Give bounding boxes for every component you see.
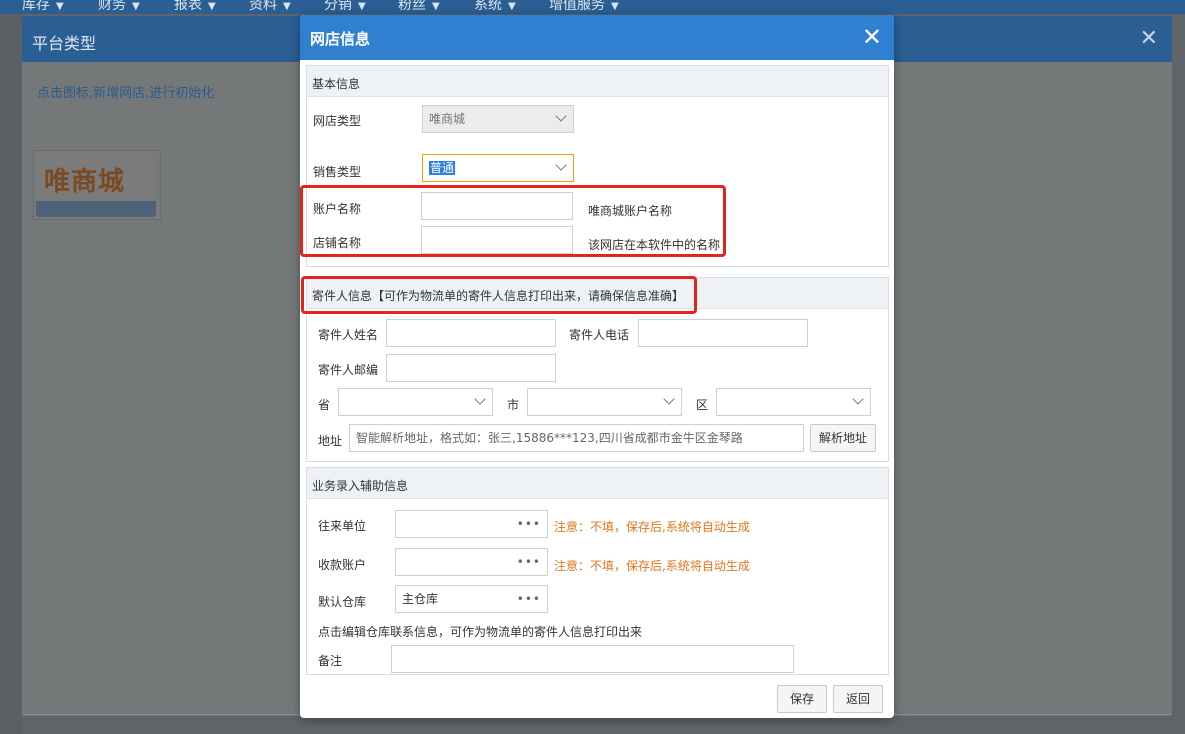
close-icon[interactable]: ✕: [1140, 26, 1158, 51]
chevron-down-icon: [474, 393, 486, 405]
partner-picker[interactable]: •••: [395, 510, 548, 538]
close-icon[interactable]: ✕: [862, 23, 882, 51]
partner-note: 注意：不填，保存后,系统将自动生成: [554, 520, 750, 534]
partner-label: 往来单位: [318, 519, 367, 533]
address-input[interactable]: 智能解析地址，格式如：张三,15886***123,四川省成都市金牛区金琴路: [349, 424, 804, 452]
remark-label: 备注: [318, 654, 343, 668]
nav-item-inventory[interactable]: 库存 ▼: [22, 0, 64, 14]
shop-type-label: 网店类型: [313, 114, 362, 128]
chevron-down-icon: [663, 393, 675, 405]
chevron-down-icon: ▼: [432, 1, 440, 12]
init-hint: 点击图标,新增网店,进行初始化: [37, 86, 215, 101]
modal-title: 网店信息: [310, 30, 371, 48]
nav-item-system[interactable]: 系统 ▼: [474, 0, 516, 14]
modal-header: 网店信息 ✕: [300, 15, 894, 60]
nav-item-data[interactable]: 资料 ▼: [249, 0, 291, 14]
platform-logo-tile[interactable]: 唯商城: [33, 150, 161, 220]
chevron-down-icon: [555, 110, 567, 122]
province-label: 省: [318, 398, 331, 412]
highlight-box-account: [300, 185, 726, 257]
more-icon[interactable]: •••: [517, 549, 541, 575]
vmall-logo: 唯商城: [36, 153, 156, 217]
city-select[interactable]: [527, 388, 682, 416]
section-title: 基本信息: [312, 77, 361, 91]
receive-account-note: 注意：不填，保存后,系统将自动生成: [554, 559, 750, 573]
chevron-down-icon: ▼: [283, 1, 291, 12]
nav-item-fans[interactable]: 粉丝 ▼: [398, 0, 440, 14]
left-sidebar-strip: [0, 14, 22, 734]
receive-account-label: 收款账户: [318, 558, 367, 572]
shop-type-value: 唯商城: [429, 112, 466, 126]
more-icon[interactable]: •••: [517, 511, 541, 537]
parse-address-button[interactable]: 解析地址: [810, 424, 876, 452]
section-header: 基本信息: [307, 66, 888, 97]
section-title: 业务录入辅助信息: [312, 479, 409, 493]
sender-zip-label: 寄件人邮编: [318, 363, 379, 377]
sender-phone-label: 寄件人电话: [569, 328, 630, 342]
platform-dialog-title: 平台类型: [32, 34, 97, 53]
sales-type-label: 销售类型: [313, 165, 362, 179]
district-select[interactable]: [716, 388, 871, 416]
sales-type-select[interactable]: 普通: [422, 154, 574, 182]
warehouse-picker[interactable]: 主仓库 •••: [395, 585, 548, 613]
logo-bar: [36, 201, 156, 217]
sender-phone-input[interactable]: [638, 319, 808, 347]
nav-item-distribution[interactable]: 分销 ▼: [324, 0, 366, 14]
chevron-down-icon: ▼: [611, 1, 619, 12]
chevron-down-icon: ▼: [358, 1, 366, 12]
district-label: 区: [696, 398, 709, 412]
highlight-box-sender: [301, 276, 697, 314]
nav-item-value-added[interactable]: 增值服务 ▼: [549, 0, 619, 14]
top-navigation: 库存 ▼ 财务 ▼ 报表 ▼ 资料 ▼ 分销 ▼ 粉丝 ▼ 系统 ▼ 增值服务 ▼: [0, 0, 1185, 14]
address-placeholder: 智能解析地址，格式如：张三,15886***123,四川省成都市金牛区金琴路: [356, 431, 743, 445]
shop-type-select[interactable]: 唯商城: [422, 105, 574, 133]
sender-zip-input[interactable]: [386, 354, 556, 382]
sender-name-input[interactable]: [386, 319, 556, 347]
sales-type-value: 普通: [429, 161, 456, 175]
warehouse-label: 默认仓库: [318, 595, 367, 609]
address-label: 地址: [318, 434, 343, 448]
save-button[interactable]: 保存: [777, 685, 827, 713]
warehouse-value: 主仓库: [402, 592, 439, 606]
shop-info-modal: 网店信息 ✕ 基本信息 网店类型 唯商城 销售类型 普通 账户名称 唯商城账户名…: [300, 15, 894, 718]
sender-name-label: 寄件人姓名: [318, 328, 379, 342]
city-label: 市: [507, 398, 520, 412]
nav-item-reports[interactable]: 报表 ▼: [174, 0, 216, 14]
business-info-section: 业务录入辅助信息 往来单位 ••• 注意：不填，保存后,系统将自动生成 收款账户…: [306, 467, 889, 675]
chevron-down-icon: ▼: [508, 1, 516, 12]
logo-text: 唯商城: [44, 167, 126, 197]
chevron-down-icon: ▼: [56, 1, 64, 12]
more-icon[interactable]: •••: [517, 586, 541, 612]
nav-item-finance[interactable]: 财务 ▼: [98, 0, 140, 14]
remark-input[interactable]: [391, 645, 794, 673]
chevron-down-icon: ▼: [208, 1, 216, 12]
back-button[interactable]: 返回: [833, 685, 883, 713]
receive-account-picker[interactable]: •••: [395, 548, 548, 576]
warehouse-edit-hint[interactable]: 点击编辑仓库联系信息，可作为物流单的寄件人信息打印出来: [318, 623, 642, 640]
chevron-down-icon: [555, 159, 567, 171]
chevron-down-icon: [852, 393, 864, 405]
chevron-down-icon: ▼: [132, 1, 140, 12]
province-select[interactable]: [338, 388, 493, 416]
section-header: 业务录入辅助信息: [307, 468, 888, 499]
